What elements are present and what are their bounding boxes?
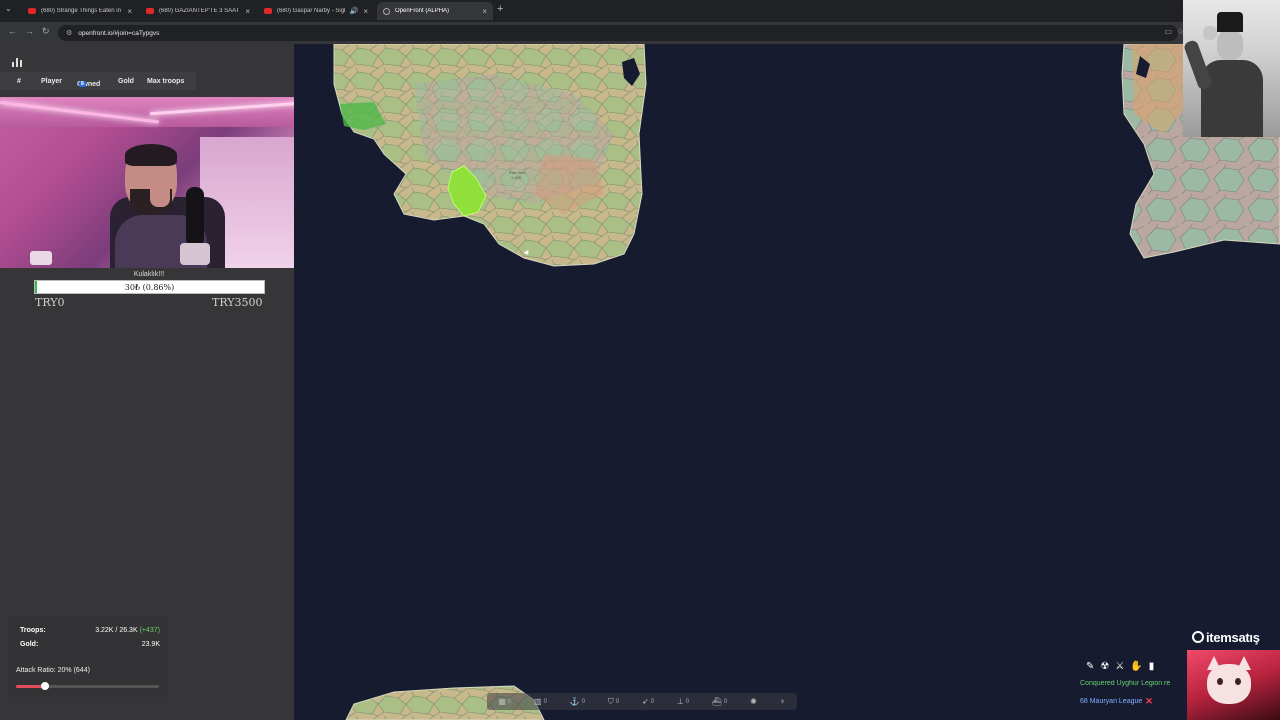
browser-tab-bar: ⌄ (680) Strange Things Eaten in I × (680) … (0, 0, 1280, 22)
build-item[interactable]: ⛴ 0 (712, 697, 728, 706)
game-map[interactable]: Pan Hind 1.02K (294, 44, 1280, 720)
close-tab-icon[interactable]: × (127, 7, 132, 16)
sponsor-logo: itemsatış (1192, 630, 1260, 645)
event-conquered: Conquered Uyghur Legion re (1080, 680, 1171, 687)
overlay-portrait-photo (1183, 0, 1280, 137)
tab-search-chevron-icon[interactable]: ⌄ (5, 4, 12, 13)
target-icon[interactable]: ⚔ (1115, 661, 1124, 672)
attack-ratio-label: Attack Ratio: 20% (644) (16, 667, 90, 674)
map-canvas[interactable]: Pan Hind1.02K (294, 44, 1280, 720)
close-tab-icon[interactable]: × (245, 7, 250, 16)
troops-value: 3.22K / 26.3K (95, 627, 138, 634)
attack-ratio-slider-thumb[interactable] (40, 682, 49, 690)
youtube-favicon-icon (146, 8, 154, 14)
build-item-count: 0 (543, 698, 547, 705)
build-item-count: 0 (507, 698, 512, 705)
build-item-count: 0 (615, 698, 620, 705)
hydrogen-bomb-icon: ♆ (779, 697, 786, 706)
donation-progress-bar: 30₺ (0.86%) (34, 280, 265, 294)
build-item[interactable]: ✺ (750, 697, 757, 706)
browser-tab[interactable]: (680) Strange Things Eaten in I × (22, 2, 138, 20)
event-alliance-text: 68 Mauryan League (1080, 698, 1143, 705)
build-item[interactable]: ⚓ 0 (570, 697, 585, 706)
new-tab-plus-icon[interactable]: + (497, 3, 503, 15)
city-icon: ▦ (498, 697, 506, 706)
reload-icon[interactable]: ↻ (42, 26, 50, 37)
close-icon[interactable]: ✕ (1145, 696, 1153, 707)
gold-label: Gold: (20, 641, 39, 648)
build-item-count: 0 (723, 698, 728, 705)
port-icon: ⚓ (569, 697, 580, 706)
leaderboard-header: # Player Owned 8 Gold Max troops (0, 72, 196, 90)
sponsor-logo-icon (1192, 631, 1204, 643)
browser-tab[interactable]: (680) Gaspar Narby - Sigh 🔊 × (258, 2, 374, 20)
build-item[interactable]: ⊥ 0 (677, 697, 689, 706)
forward-arrow-icon[interactable]: → (25, 26, 34, 36)
url-field[interactable]: ⚙ openfront.io/#join=caTypgvs (58, 25, 1178, 41)
build-item[interactable]: ⛉ 0 (608, 697, 619, 707)
event-log: Conquered Uyghur Legion re 68 Mauryan Le… (1080, 680, 1187, 707)
build-item[interactable]: ➶ 0 (642, 697, 654, 706)
sam-icon: ⊥ (676, 697, 684, 706)
nuke-icon[interactable]: ☢ (1100, 661, 1109, 672)
build-item[interactable]: ▦ 0 (498, 697, 511, 706)
defense-icon: ⛉ (607, 696, 614, 706)
url-text: openfront.io/#join=caTypgvs (78, 29, 160, 37)
browser-tab-title: (680) GAZİANTEP'TE 3 SAATTE (159, 8, 241, 14)
leaderboard-col-player[interactable]: Player (41, 78, 62, 85)
missile-silo-icon: ➶ (641, 697, 649, 706)
browser-address-bar: ← → ↻ ⚙ openfront.io/#join=caTypgvs ▭ ☆ (0, 22, 1280, 44)
streamer-webcam (0, 97, 302, 268)
troops-rate: (+437) (139, 627, 160, 634)
close-tab-icon[interactable]: × (482, 7, 487, 16)
browser-tab-title: (680) Strange Things Eaten in I (41, 8, 123, 14)
factory-icon: ▥ (534, 697, 542, 706)
browser-tab-title: (680) Gaspar Narby - Sigh (277, 8, 345, 14)
gold-value: 23.9K (141, 641, 160, 648)
owned-sort-badge: 8 (79, 81, 86, 87)
donation-min-label: TRY0 (35, 296, 65, 309)
build-item[interactable]: ♆ (780, 697, 786, 706)
cat-overlay-video (1187, 650, 1280, 720)
donation-goal-caption: Kulaklık!!! (133, 271, 165, 278)
attack-ratio-slider[interactable] (16, 682, 159, 690)
build-item-count: 0 (685, 698, 690, 705)
donation-max-label: TRY3500 (212, 296, 263, 309)
donation-progress-label: 30₺ (0.86%) (124, 282, 175, 292)
player-action-bar: ✎ ☢ ⚔ ✋ ▮ (1084, 658, 1184, 674)
leaderboard-col-rank[interactable]: # (17, 78, 21, 85)
browser-tab[interactable]: OpenFront (ALPHA) × (377, 2, 493, 20)
alliance-handshake-icon[interactable]: ✋ (1130, 661, 1142, 672)
map-player-label: 1.02K (511, 175, 522, 180)
globe-favicon-icon (383, 7, 390, 15)
youtube-favicon-icon (264, 8, 272, 14)
browser-tab-title: OpenFront (ALPHA) (395, 8, 450, 14)
build-item[interactable]: ▥ 0 (534, 697, 547, 706)
build-menu-bar: ▦ 0 ▥ 0 ⚓ 0 ⛉ 0 ➶ 0 ⊥ 0 ⛴ 0 ✺ ♆ (487, 693, 797, 710)
build-item-count: 0 (650, 698, 654, 705)
sponsor-name: itemsatış (1206, 630, 1260, 645)
leaderboard-icon[interactable] (12, 58, 22, 67)
pencil-icon[interactable]: ✎ (1086, 661, 1094, 672)
build-item-count: 0 (581, 698, 586, 705)
chat-icon[interactable]: ▮ (1149, 661, 1155, 672)
back-arrow-icon[interactable]: ← (8, 26, 17, 36)
cast-icon[interactable]: ▭ (1164, 27, 1172, 36)
atom-bomb-icon: ✺ (750, 697, 757, 706)
youtube-favicon-icon (28, 8, 36, 14)
close-tab-icon[interactable]: × (363, 7, 368, 16)
troops-label: Troops: (20, 627, 46, 634)
event-alliance-request: 68 Mauryan League ✕ (1080, 696, 1187, 707)
leaderboard-col-gold[interactable]: Gold (118, 78, 134, 85)
leaderboard-col-max-troops[interactable]: Max troops (147, 78, 184, 85)
site-settings-icon[interactable]: ⚙ (66, 29, 72, 37)
tab-audio-icon[interactable]: 🔊 (350, 7, 359, 15)
browser-tab[interactable]: (680) GAZİANTEP'TE 3 SAATTE × (140, 2, 256, 20)
player-stats-panel: Troops: 3.22K / 26.3K (+437) Gold: 23.9K… (8, 617, 168, 697)
warship-icon: ⛴ (711, 697, 722, 706)
